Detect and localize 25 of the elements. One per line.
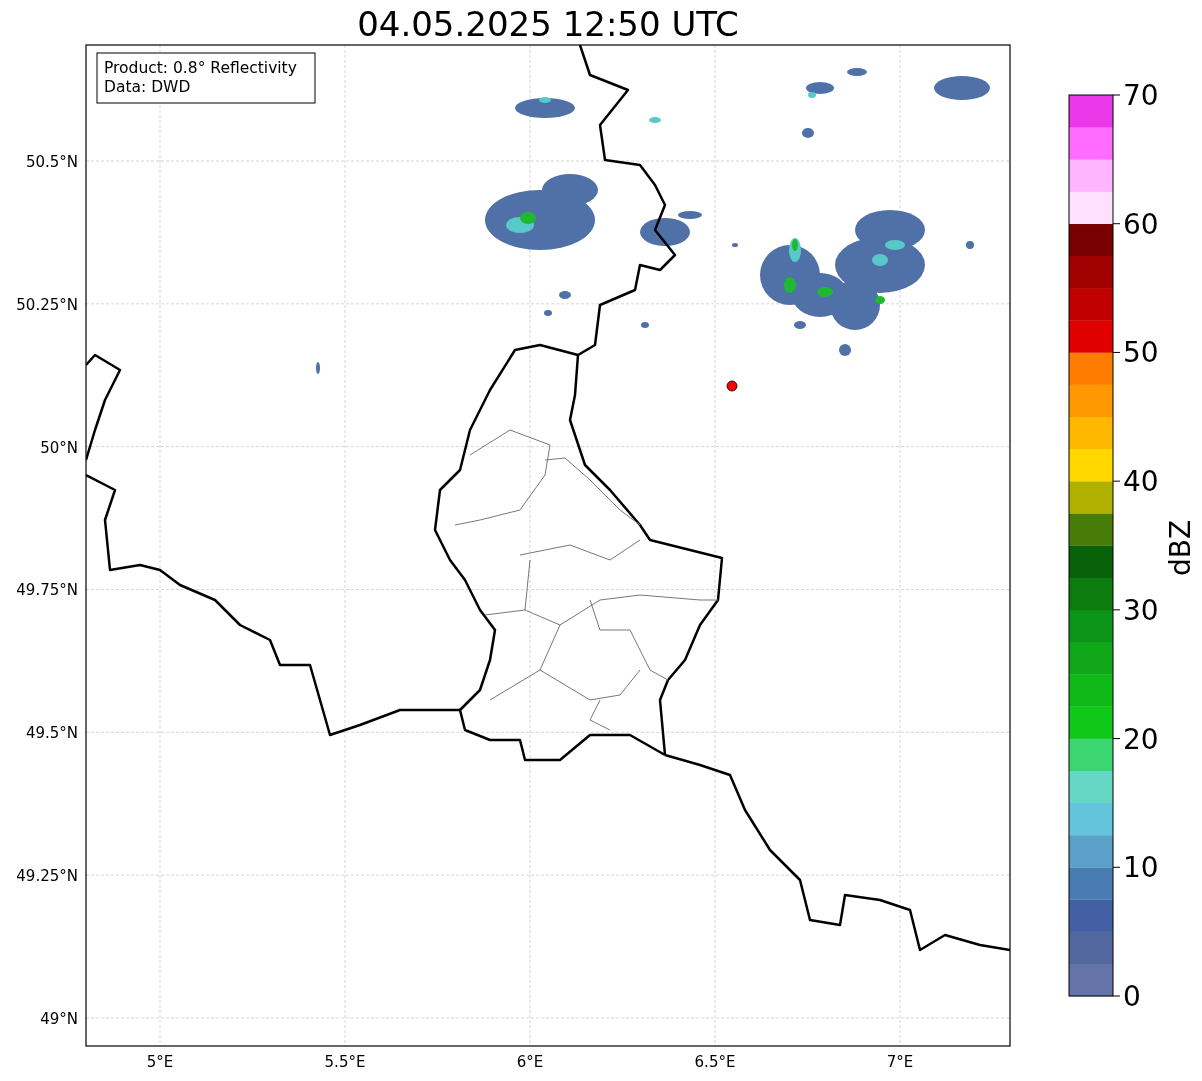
location-marker (726, 380, 738, 392)
longitude-label: 6°E (516, 1053, 544, 1071)
scale-tick-label: 30 (1123, 593, 1159, 627)
latitude-label: 49.75°N (16, 581, 78, 600)
latitude-label: 50.25°N (16, 295, 78, 314)
scale-tick-label: 50 (1123, 336, 1159, 370)
scale-axis-label: dBZ (1164, 519, 1197, 577)
info-text: Data: DWD (104, 78, 191, 96)
scale-tick-label: 70 (1123, 79, 1159, 112)
latitude-label: 49.25°N (16, 867, 78, 886)
longitude-label: 5.5°E (324, 1053, 366, 1071)
scale-tick-label: 40 (1123, 465, 1159, 499)
longitude-label: 6.5°E (694, 1053, 736, 1071)
scale-tick-label: 10 (1123, 851, 1159, 885)
longitude-label: 7°E (886, 1053, 914, 1071)
info-text: Product: 0.8° Reflectivity (104, 59, 297, 77)
latitude-label: 50°N (40, 438, 78, 457)
latitude-label: 49.5°N (25, 724, 78, 743)
scale-tick-label: 20 (1123, 722, 1159, 756)
latitude-label: 49°N (40, 1009, 78, 1028)
longitude-label: 5°E (146, 1053, 174, 1071)
latitude-label: 50.5°N (25, 153, 78, 171)
chart-title: 04.05.2025 12:50 UTC (357, 4, 739, 44)
scale-tick-label: 0 (1123, 980, 1141, 1013)
scale-tick-label: 60 (1123, 207, 1159, 241)
